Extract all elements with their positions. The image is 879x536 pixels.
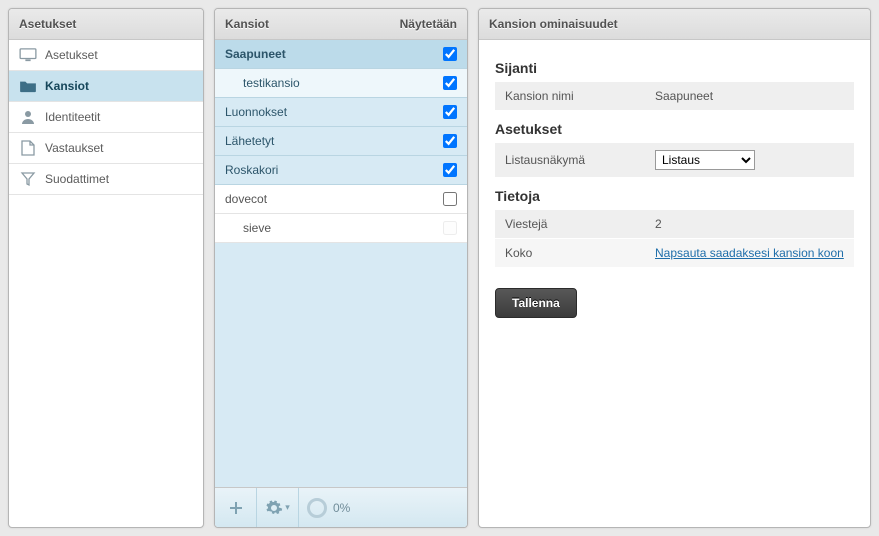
sidebar-item-asetukset[interactable]: Asetukset [9,40,203,71]
folders-toolbar: ▾ 0% [215,487,467,527]
sidebar-item-label: Suodattimet [45,172,109,186]
plus-icon [228,500,244,516]
folder-name-value: Saapuneet [645,82,854,111]
sidebar-header: Asetukset [9,9,203,40]
settings-table: Listausnäkymä Listaus [495,143,854,178]
folder-label: Roskakori [225,163,278,177]
monitor-icon [19,47,37,63]
filter-icon [19,171,37,187]
folder-visible-checkbox[interactable] [443,163,457,177]
sidebar-item-suodattimet[interactable]: Suodattimet [9,164,203,195]
folders-title: Kansiot [225,17,269,31]
folder-row[interactable]: dovecot [215,185,467,214]
table-row: Viestejä 2 [495,210,854,239]
person-icon [19,109,37,125]
folder-label: sieve [243,221,271,235]
folder-label: Lähetetyt [225,134,274,148]
table-row: Koko Napsauta saadaksesi kansion koon [495,239,854,268]
folder-properties-panel: Kansion ominaisuudet Sijanti Kansion nim… [478,8,871,528]
get-size-link[interactable]: Napsauta saadaksesi kansion koon [655,246,844,260]
folder-name-label: Kansion nimi [495,82,645,111]
folders-list: Saapuneet testikansio Luonnokset Lähetetyt R… [215,40,467,487]
folders-column-shown: Näytetään [400,17,457,31]
folder-row[interactable]: sieve [215,214,467,243]
sidebar-title: Asetukset [19,17,76,31]
table-row: Listausnäkymä Listaus [495,143,854,178]
save-button[interactable]: Tallenna [495,288,577,318]
folder-label: Saapuneet [225,47,286,61]
folder-visible-checkbox[interactable] [443,221,457,235]
folder-row[interactable]: testikansio [215,69,467,98]
props-content: Sijanti Kansion nimi Saapuneet Asetukset… [479,40,870,330]
sidebar-item-label: Asetukset [45,48,98,62]
size-label: Koko [495,239,645,268]
settings-heading: Asetukset [495,121,854,137]
folders-panel: Kansiot Näytetään Saapuneet testikansio Lu… [214,8,468,528]
sidebar-item-label: Vastaukset [45,141,103,155]
quota-circle-icon [307,498,327,518]
location-heading: Sijanti [495,60,854,76]
info-heading: Tietoja [495,188,854,204]
location-table: Kansion nimi Saapuneet [495,82,854,111]
folder-row[interactable]: Lähetetyt [215,127,467,156]
sidebar-item-label: Kansiot [45,79,89,93]
folder-label: Luonnokset [225,105,287,119]
sidebar-item-identiteetit[interactable]: Identiteetit [9,102,203,133]
folder-visible-checkbox[interactable] [443,76,457,90]
info-table: Viestejä 2 Koko Napsauta saadaksesi kans… [495,210,854,268]
add-folder-button[interactable] [215,488,257,527]
folder-visible-checkbox[interactable] [443,134,457,148]
listview-label: Listausnäkymä [495,143,645,178]
listview-select[interactable]: Listaus [655,150,755,170]
folders-header: Kansiot Näytetään [215,9,467,40]
quota-display: 0% [299,498,358,518]
sidebar-item-label: Identiteetit [45,110,100,124]
sidebar-nav: Asetukset Kansiot Identiteetit Vastaukset Su… [9,40,203,195]
messages-label: Viestejä [495,210,645,239]
folder-icon [19,78,37,94]
folder-row[interactable]: Luonnokset [215,98,467,127]
folder-visible-checkbox[interactable] [443,47,457,61]
sidebar-item-kansiot[interactable]: Kansiot [9,71,203,102]
sidebar-item-vastaukset[interactable]: Vastaukset [9,133,203,164]
table-row: Kansion nimi Saapuneet [495,82,854,111]
props-title: Kansion ominaisuudet [489,17,618,31]
props-header: Kansion ominaisuudet [479,9,870,40]
document-icon [19,140,37,156]
quota-percent: 0% [333,501,350,515]
folder-row[interactable]: Saapuneet [215,40,467,69]
gear-icon [265,499,283,517]
folder-visible-checkbox[interactable] [443,105,457,119]
folder-row[interactable]: Roskakori [215,156,467,185]
folder-visible-checkbox[interactable] [443,192,457,206]
folder-settings-button[interactable]: ▾ [257,488,299,527]
messages-value: 2 [645,210,854,239]
settings-sidebar: Asetukset Asetukset Kansiot Identiteetit Va… [8,8,204,528]
folder-label: testikansio [243,76,300,90]
folder-label: dovecot [225,192,267,206]
